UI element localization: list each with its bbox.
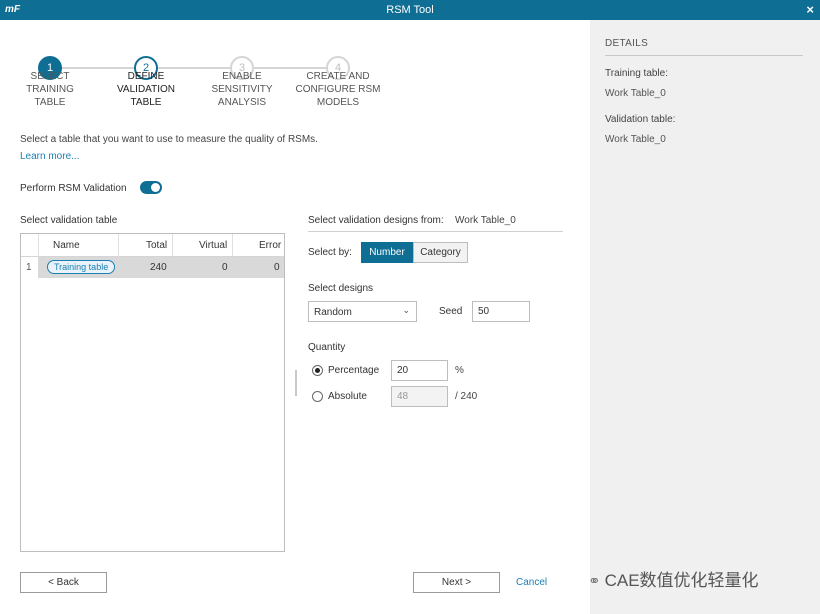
column-divider xyxy=(38,234,39,257)
details-panel: DETAILS Training table: Work Table_0 Val… xyxy=(590,20,820,614)
step-3-label: ENABLE SENSITIVITY ANALYSIS xyxy=(192,70,292,109)
absolute-input[interactable] xyxy=(391,386,448,407)
step-1-label: SELECT TRAINING TABLE xyxy=(0,70,100,109)
step-4-label-line: CREATE AND xyxy=(306,71,370,82)
cancel-link[interactable]: Cancel xyxy=(516,577,547,588)
main-panel: 1 2 3 4 SELECT TRAINING TABLE DEFINE VAL… xyxy=(0,20,590,614)
column-divider xyxy=(232,234,233,257)
step-3-label-line: ENABLE xyxy=(222,71,262,82)
step-3-label-line: ANALYSIS xyxy=(217,97,267,108)
designs-dropdown-value: Random xyxy=(314,307,352,318)
step-4-label-line: CONFIGURE RSM xyxy=(295,84,381,95)
step-connector xyxy=(62,67,134,69)
designs-dropdown[interactable]: Random ⌄ xyxy=(308,301,417,322)
column-header-name[interactable]: Name xyxy=(53,240,80,251)
step-4-label: CREATE AND CONFIGURE RSM MODELS xyxy=(288,70,388,109)
window-title: RSM Tool xyxy=(386,4,434,16)
watermark: ⚭ CAE数值优化轻量化 xyxy=(588,566,759,591)
select-validation-table-label: Select validation table xyxy=(20,215,118,226)
seed-label: Seed xyxy=(439,306,463,317)
step-1-label-line: SELECT xyxy=(30,71,70,82)
step-4-label-line: MODELS xyxy=(316,97,360,108)
percentage-radio[interactable] xyxy=(312,365,323,376)
row-number: 1 xyxy=(26,262,32,273)
perform-validation-toggle[interactable] xyxy=(140,181,162,194)
validation-designs-from-value: Work Table_0 xyxy=(455,215,516,226)
step-connector xyxy=(254,67,326,69)
wechat-icon: ⚭ xyxy=(588,573,601,590)
select-by-label: Select by: xyxy=(308,247,352,258)
training-table-label: Training table: xyxy=(605,68,668,79)
absolute-radio[interactable] xyxy=(312,391,323,402)
next-button[interactable]: Next > xyxy=(413,572,500,593)
quantity-label: Quantity xyxy=(308,342,346,353)
perform-validation-label: Perform RSM Validation xyxy=(20,183,127,194)
percentage-unit: % xyxy=(455,365,464,376)
table-header: Name Total Virtual Error xyxy=(21,234,284,257)
column-header-virtual[interactable]: Virtual xyxy=(199,240,227,251)
training-table-badge[interactable]: Training table xyxy=(47,260,116,274)
column-divider xyxy=(118,234,119,257)
learn-more-link[interactable]: Learn more... xyxy=(20,151,79,162)
validation-table-value: Work Table_0 xyxy=(605,134,666,145)
percentage-input[interactable] xyxy=(391,360,448,381)
column-header-total[interactable]: Total xyxy=(146,240,167,251)
column-header-error[interactable]: Error xyxy=(259,240,281,251)
step-1-label-line: TRAINING xyxy=(26,84,74,95)
select-by-number-button[interactable]: Number xyxy=(361,242,413,263)
title-bar: mF RSM Tool × xyxy=(0,0,820,20)
select-by-category-button[interactable]: Category xyxy=(413,242,468,263)
percentage-label: Percentage xyxy=(328,365,380,376)
step-connector xyxy=(158,67,230,69)
step-2-label: DEFINE VALIDATION TABLE xyxy=(96,70,196,109)
select-designs-label: Select designs xyxy=(308,283,374,294)
seed-input[interactable] xyxy=(472,301,530,322)
close-icon[interactable]: × xyxy=(806,2,814,17)
toggle-knob xyxy=(151,183,160,192)
watermark-text: CAE数值优化轻量化 xyxy=(604,571,759,590)
back-button[interactable]: < Back xyxy=(20,572,107,593)
step-2-label-line: TABLE xyxy=(130,97,162,108)
details-header: DETAILS xyxy=(605,38,803,56)
chevron-down-icon: ⌄ xyxy=(402,305,410,315)
absolute-label: Absolute xyxy=(328,391,367,402)
divider xyxy=(308,231,563,232)
validation-table-label: Validation table: xyxy=(605,114,676,125)
splitter-handle[interactable] xyxy=(295,370,297,396)
cell-error: 0 xyxy=(274,262,280,273)
table-row[interactable]: 1 Training table 240 0 0 xyxy=(21,257,284,278)
step-1-label-line: TABLE xyxy=(34,97,66,108)
step-2-label-line: VALIDATION xyxy=(117,84,175,95)
cell-total: 240 xyxy=(150,262,167,273)
step-2-label-line: DEFINE xyxy=(127,71,165,82)
absolute-suffix: / 240 xyxy=(455,391,478,402)
cell-virtual: 0 xyxy=(222,262,228,273)
intro-text: Select a table that you want to use to m… xyxy=(20,134,318,145)
column-divider xyxy=(172,234,173,257)
validation-designs-from-label: Select validation designs from: xyxy=(308,215,444,226)
validation-table-grid[interactable]: Name Total Virtual Error 1 Training tabl… xyxy=(20,233,285,552)
step-3-label-line: SENSITIVITY xyxy=(211,84,273,95)
training-table-value: Work Table_0 xyxy=(605,88,666,99)
